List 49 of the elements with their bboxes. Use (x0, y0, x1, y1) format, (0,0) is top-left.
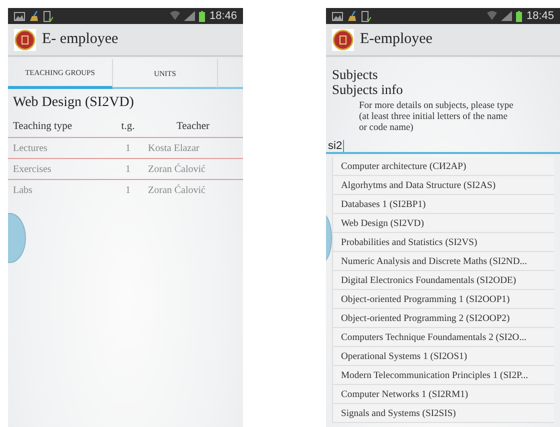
heading: Subjects (332, 67, 379, 82)
app-title: E- employee (42, 31, 118, 48)
suggestion-item[interactable]: Algorhytms and Data Structure (SI2AS) (333, 176, 554, 195)
group-title: Web Design (SI2VD) (12, 94, 135, 112)
suggestion-item[interactable]: Computer Networks 1 (SI2RM1) (333, 385, 554, 404)
table-cell-text: 1 (124, 142, 132, 154)
table-cell-text: 1 (124, 164, 132, 174)
table-cell-text: Kosta Elazar (148, 142, 200, 154)
suggestion-item[interactable]: Computer architecture (СИ2АР) (333, 157, 554, 176)
wifi-icon (170, 11, 180, 21)
column-header: t.g. (120, 120, 136, 132)
status-time: 18:46 (209, 10, 237, 22)
table-cell-text: Exercises (13, 164, 52, 174)
suggestion-item[interactable]: Modern Telecommunication Principles 1 (SI2P... (333, 366, 554, 385)
table-cell-text: Zoran Ćalović (148, 184, 206, 196)
suggestion-item[interactable]: Numeric Analysis and Discrete Maths (SI2ND... (333, 252, 554, 271)
phone-check-icon (43, 10, 53, 22)
suggestion-item[interactable]: Signals and Systems (SI2SIS) (333, 404, 554, 423)
broom-icon (347, 11, 357, 21)
app-logo-icon (14, 28, 36, 50)
suggestion-item[interactable]: Digital Electronics Foundamentals (SI2ODE) (333, 271, 554, 290)
battery-icon (516, 10, 522, 22)
status-time: 18:45 (526, 10, 554, 22)
suggestion-item[interactable]: Web Design (SI2VD) (333, 214, 554, 233)
search-field[interactable]: si2 (326, 136, 560, 154)
column-header: Teaching type (13, 120, 74, 132)
picture-icon (14, 12, 25, 20)
suggestion-item[interactable]: Object-oriented Programming 2 (SI2OOP2) (333, 309, 554, 328)
suggestion-item[interactable]: Databases 1 (SI2BP1) (333, 195, 554, 214)
wifi-icon (487, 11, 498, 21)
suggestion-item[interactable]: Computers Technique Foundamentals 2 (SI2O... (333, 328, 554, 347)
picture-icon (332, 12, 343, 20)
phone-check-icon (361, 10, 371, 22)
suggestion-item[interactable]: Object-oriented Programming 1 (SI2OOP1) (333, 290, 554, 309)
app-title: E-employee (360, 31, 432, 48)
suggestion-item[interactable]: Probabilities and Statistics (SI2VS) (333, 233, 554, 252)
battery-icon (199, 10, 206, 22)
suggestion-item[interactable]: Operational Systems 1 (SI2OS1) (333, 347, 554, 366)
column-header: Teacher (175, 120, 211, 132)
hint-text: For more details on subjects, please type (at least three initial letters of the name or code name) (358, 100, 514, 134)
signal-icon (501, 11, 512, 21)
broom-icon (29, 11, 39, 21)
table-cell-text: Lectures (13, 142, 48, 154)
subheading: Subjects info (332, 82, 404, 97)
app-logo-icon (332, 28, 354, 50)
table-cell-text: Labs (13, 184, 34, 196)
table-cell-text: 1 (124, 184, 132, 196)
signal-icon (184, 11, 196, 21)
table-cell-text: Zoran Ćalović (148, 164, 206, 174)
